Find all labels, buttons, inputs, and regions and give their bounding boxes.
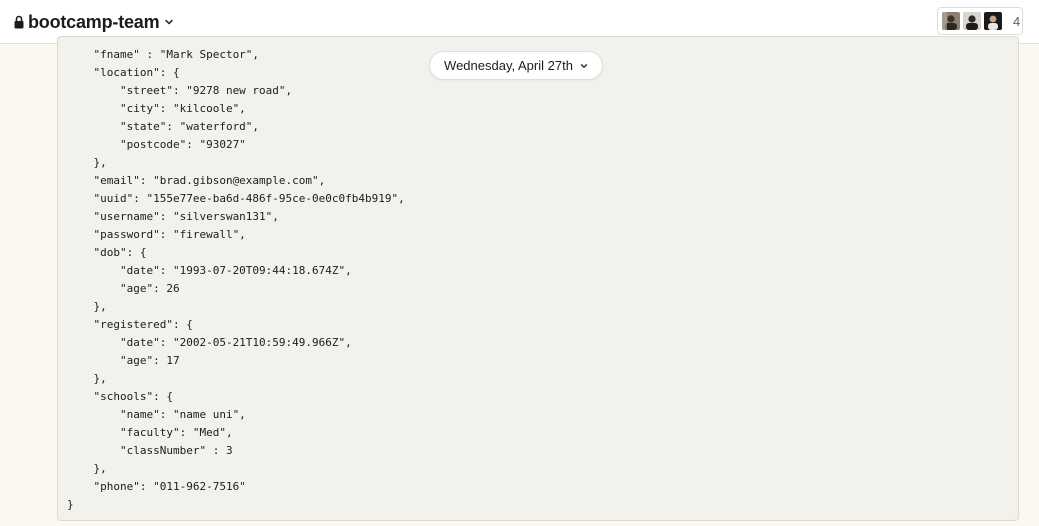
code-line: "age": 26 <box>67 282 180 295</box>
code-line: "dob": { <box>67 246 147 259</box>
chevron-down-icon <box>580 63 588 68</box>
channel-name: bootcamp-team <box>28 11 160 32</box>
code-line: "faculty": "Med", <box>67 426 233 439</box>
lock-icon <box>14 15 24 29</box>
code-line: } <box>67 498 74 511</box>
code-lines: "fname" : "Mark Spector", "location": { … <box>67 46 405 514</box>
code-line: "location": { <box>67 66 180 79</box>
code-line: "date": "1993-07-20T09:44:18.674Z", <box>67 264 352 277</box>
code-line: "state": "waterford", <box>67 120 260 133</box>
members-button[interactable]: 4 <box>937 7 1023 35</box>
code-line: "email": "brad.gibson@example.com", <box>67 174 326 187</box>
member-count: 4 <box>1013 13 1021 29</box>
chevron-down-icon <box>165 19 174 25</box>
avatar <box>941 11 961 31</box>
code-line: }, <box>67 462 107 475</box>
code-line: "password": "firewall", <box>67 228 246 241</box>
code-line: "street": "9278 new road", <box>67 84 293 97</box>
code-line: "uuid": "155e77ee-ba6d-486f-95ce-0e0c0fb… <box>67 192 405 205</box>
code-line: "age": 17 <box>67 354 180 367</box>
code-line: "name": "name uni", <box>67 408 246 421</box>
code-line: "registered": { <box>67 318 193 331</box>
code-line: "schools": { <box>67 390 173 403</box>
code-line: "city": "kilcoole", <box>67 102 246 115</box>
date-label: Wednesday, April 27th <box>444 58 573 73</box>
channel-name-button[interactable]: bootcamp-team <box>14 10 174 34</box>
code-line: "classNumber" : 3 <box>67 444 233 457</box>
avatar <box>983 11 1003 31</box>
code-line: }, <box>67 156 107 169</box>
code-line: "username": "silverswan131", <box>67 210 279 223</box>
code-line: "phone": "011-962-7516" <box>67 480 246 493</box>
code-line: "date": "2002-05-21T10:59:49.966Z", <box>67 336 352 349</box>
code-block[interactable]: "fname" : "Mark Spector", "location": { … <box>57 36 1019 521</box>
code-line: "postcode": "93027" <box>67 138 246 151</box>
date-divider-button[interactable]: Wednesday, April 27th <box>429 51 603 80</box>
code-line: }, <box>67 372 107 385</box>
avatar <box>962 11 982 31</box>
code-line: "fname" : "Mark Spector", <box>67 48 260 61</box>
code-line: }, <box>67 300 107 313</box>
